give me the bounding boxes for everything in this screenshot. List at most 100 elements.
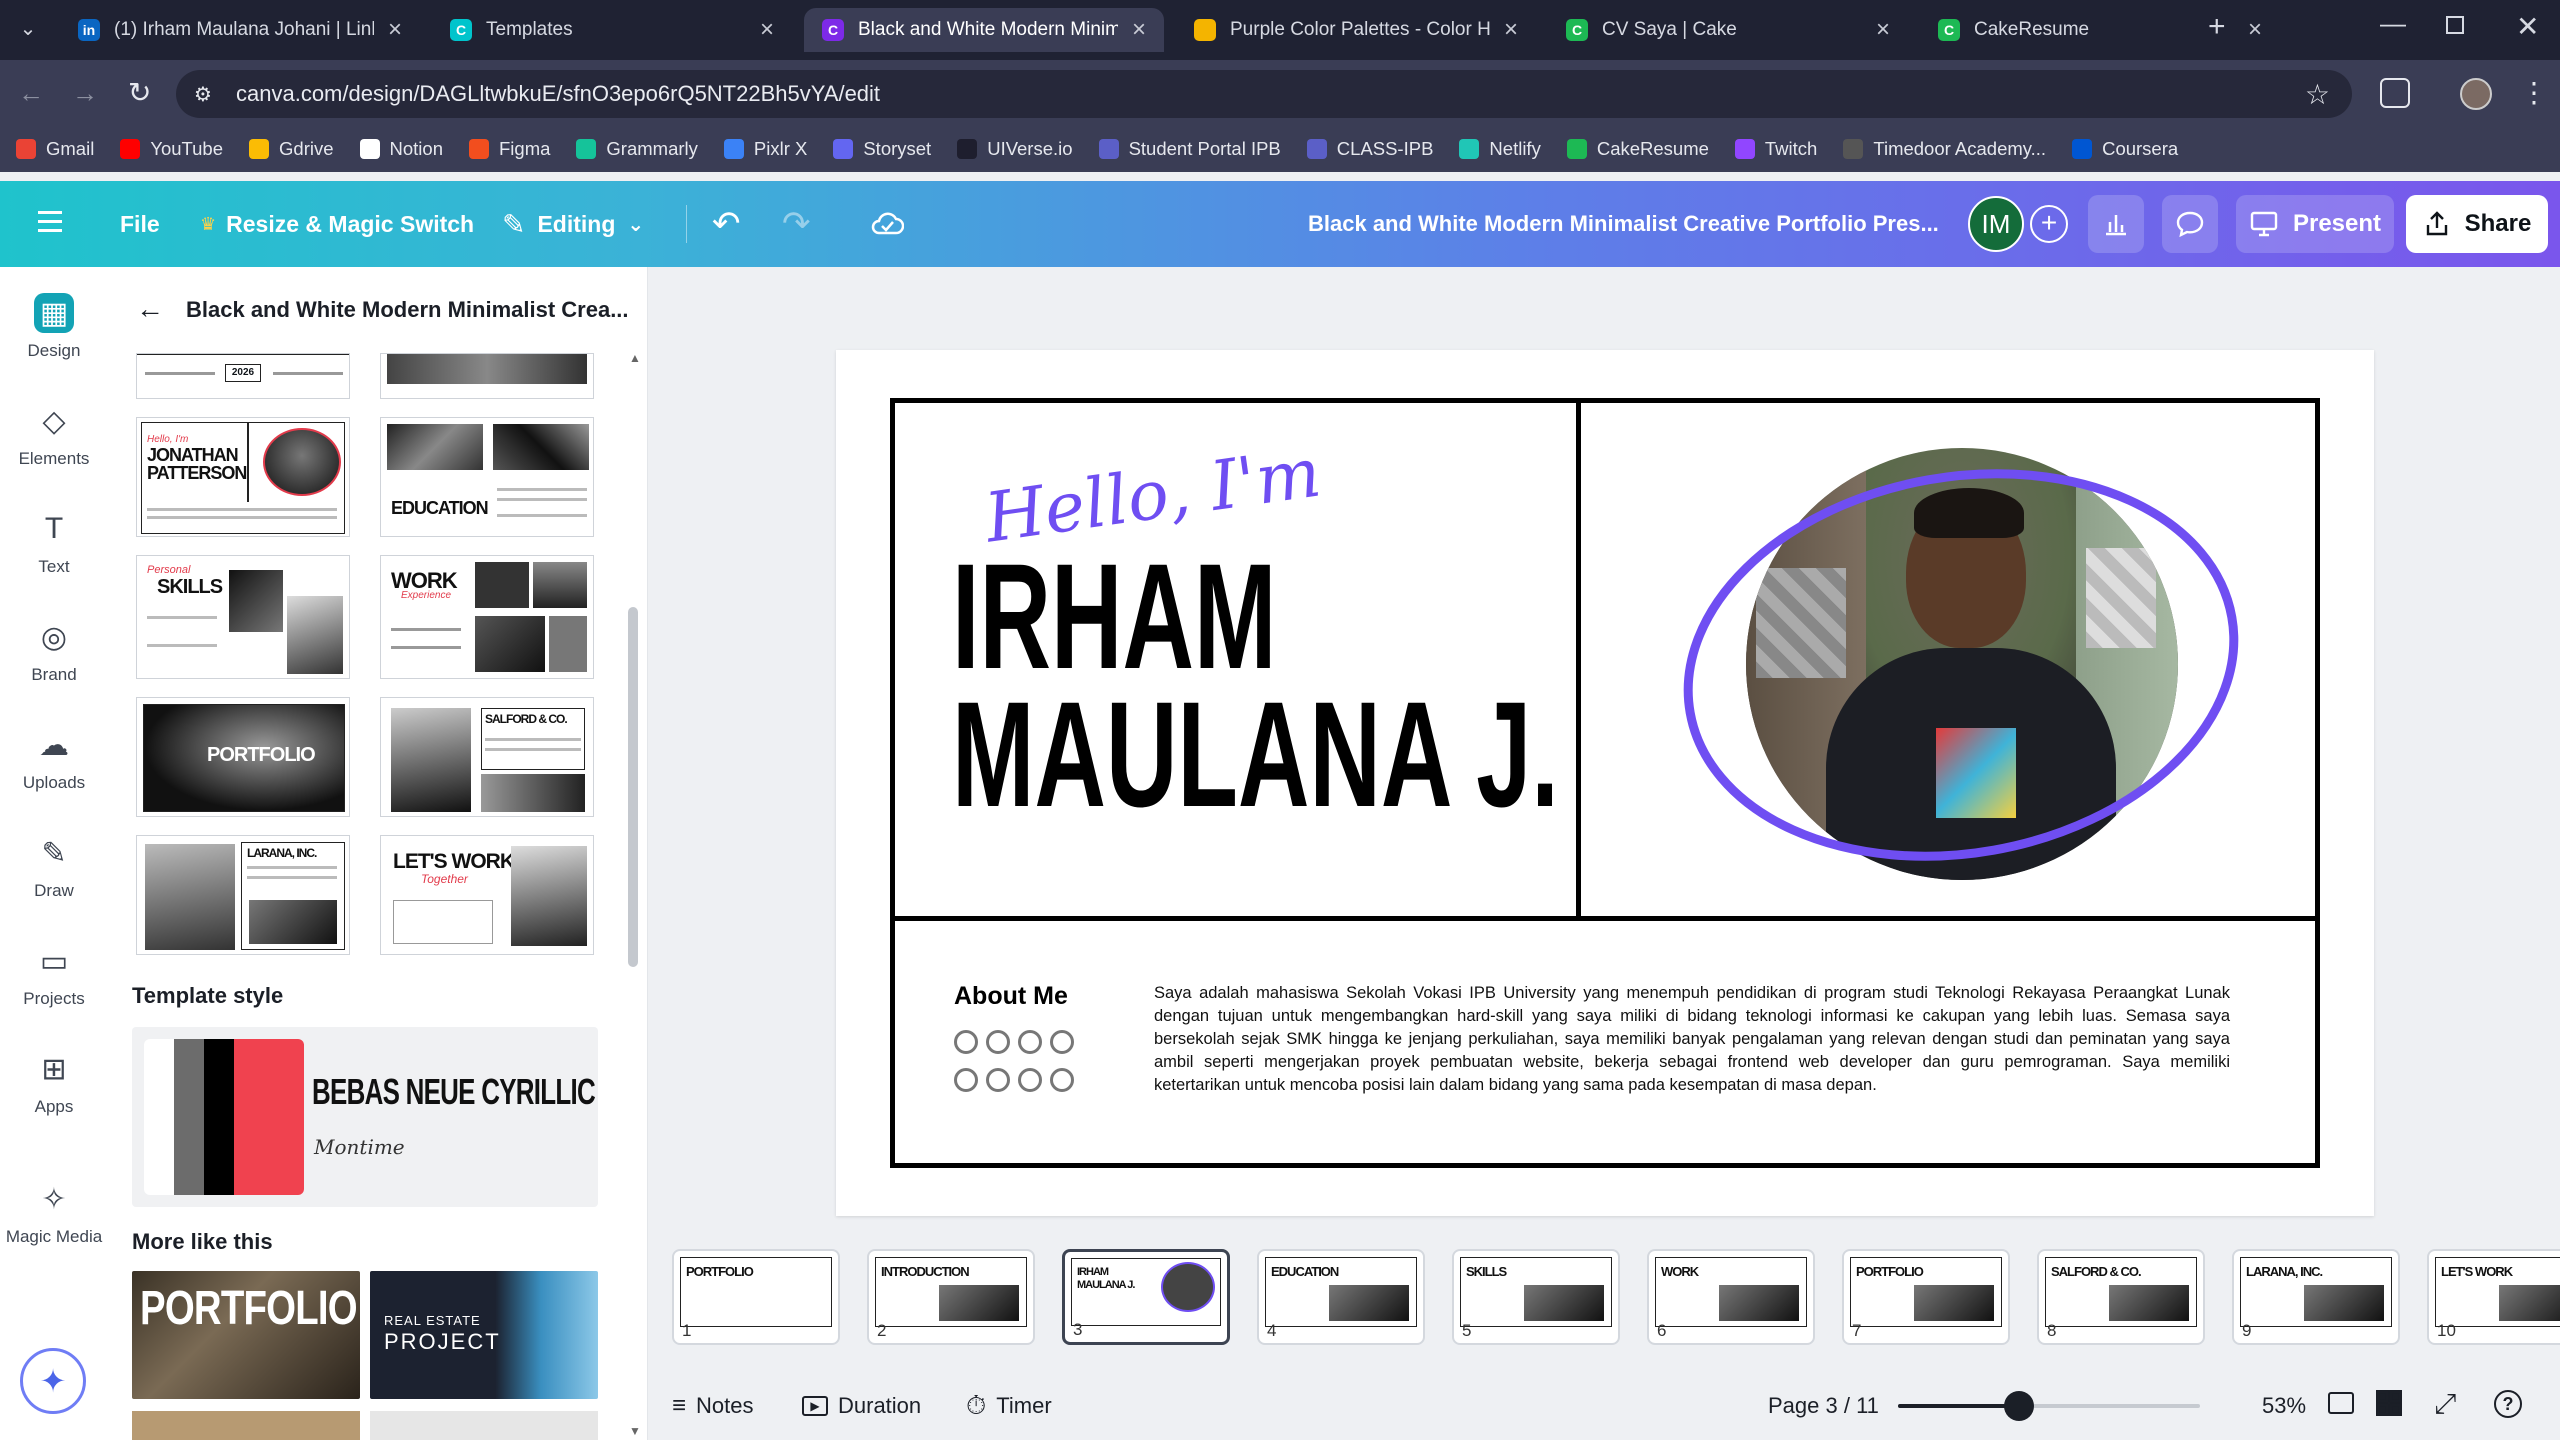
present-button[interactable]: Present	[2236, 195, 2394, 253]
editing-mode-dropdown[interactable]: ✎ Editing ⌄	[502, 181, 644, 267]
comments-button[interactable]	[2162, 195, 2218, 253]
page-thumbnail[interactable]: PORTFOLIO 1	[672, 1249, 840, 1345]
site-info-icon[interactable]: ⚙	[194, 82, 212, 107]
template-page-thumb-education[interactable]: EDUCATION	[380, 417, 594, 537]
rail-item-draw[interactable]: ✎ Draw	[0, 833, 108, 901]
tab-close-icon[interactable]: ×	[388, 16, 402, 44]
bookmark-item[interactable]: Netlify	[1459, 138, 1541, 160]
tab-close-icon[interactable]: ×	[760, 16, 774, 44]
bookmark-item[interactable]: CLASS-IPB	[1306, 138, 1433, 160]
file-menu[interactable]: File	[120, 181, 160, 267]
browser-tab[interactable]: C CV Saya | Cake ×	[1548, 8, 1908, 52]
page-thumbnail[interactable]: WORK 6	[1647, 1249, 1815, 1345]
browser-tab[interactable]: C Black and White Modern Minim ×	[804, 8, 1164, 52]
bookmark-item[interactable]: Student Portal IPB	[1098, 138, 1281, 160]
zoom-level[interactable]: 53%	[2262, 1393, 2306, 1419]
profile-avatar[interactable]	[2460, 78, 2492, 110]
page-thumbnail[interactable]: SALFORD & CO. 8	[2037, 1249, 2205, 1345]
social-icon[interactable]	[986, 1068, 1010, 1092]
minimize-icon[interactable]: —	[2380, 8, 2406, 39]
template-page-thumb-skills[interactable]: Personal SKILLS	[136, 555, 350, 679]
template-page-thumb-larana[interactable]: LARANA, INC.	[136, 835, 350, 955]
thumbnails-icon[interactable]	[2376, 1390, 2402, 1416]
bookmark-item[interactable]: Notion	[359, 138, 443, 160]
bookmark-item[interactable]: Pixlr X	[723, 138, 807, 160]
fullscreen-icon[interactable]: ⤢	[2434, 1388, 2456, 1421]
notes-button[interactable]: ≡ Notes	[672, 1392, 754, 1420]
template-page-thumb-intro[interactable]	[380, 353, 594, 399]
rail-item-elements[interactable]: ◇ Elements	[0, 401, 108, 469]
page-thumbnail[interactable]: INTRODUCTION 2	[867, 1249, 1035, 1345]
zoom-slider-knob[interactable]	[2003, 1391, 2034, 1421]
template-page-thumb-portfolio[interactable]: PORTFOLIO	[136, 697, 350, 817]
rail-item-text[interactable]: T Text	[0, 509, 108, 577]
bookmark-item[interactable]: YouTube	[120, 138, 223, 160]
document-title[interactable]: Black and White Modern Minimalist Creati…	[1308, 181, 1939, 267]
cloud-saved-icon[interactable]	[870, 207, 904, 239]
help-icon[interactable]: ?	[2494, 1390, 2522, 1418]
social-icon[interactable]	[1018, 1068, 1042, 1092]
bookmark-star-icon[interactable]: ☆	[2305, 78, 2330, 111]
template-page-thumb-salford[interactable]: SALFORD & CO.	[380, 697, 594, 817]
social-icon[interactable]	[1018, 1030, 1042, 1054]
rail-item-magic-media[interactable]: ✧ Magic Media	[0, 1179, 108, 1247]
bookmark-item[interactable]: Figma	[469, 138, 550, 160]
page-indicator[interactable]: Page 3 / 11	[1768, 1393, 1879, 1419]
magic-assistant-button[interactable]: ✦	[20, 1348, 86, 1414]
page-thumbnail[interactable]: IRHAM MAULANA J. 3	[1062, 1249, 1230, 1345]
extensions-icon[interactable]	[2380, 78, 2410, 108]
bookmark-item[interactable]: Gdrive	[249, 138, 334, 160]
zoom-slider[interactable]	[1898, 1391, 2200, 1421]
social-icon[interactable]	[954, 1068, 978, 1092]
browser-tab[interactable]: Purple Color Palettes - Color Hu ×	[1176, 8, 1536, 52]
grid-view-icon[interactable]	[2328, 1392, 2354, 1414]
template-style-card[interactable]: BEBAS NEUE CYRILLIC Montime	[132, 1027, 598, 1207]
page-thumbnail[interactable]: SKILLS 5	[1452, 1249, 1620, 1345]
browser-menu-icon[interactable]: ⋮	[2520, 76, 2548, 109]
bookmark-item[interactable]: Coursera	[2072, 138, 2178, 160]
template-page-thumb-work[interactable]: WORK Experience	[380, 555, 594, 679]
add-collaborator-button[interactable]: +	[2030, 205, 2068, 243]
user-avatar[interactable]: IM	[1968, 196, 2024, 252]
panel-scrollbar[interactable]: ▲ ▼	[626, 347, 641, 1440]
rail-item-brand[interactable]: ◎ Brand	[0, 617, 108, 685]
bookmark-item[interactable]: CakeResume	[1566, 138, 1709, 160]
share-button[interactable]: Share	[2406, 195, 2548, 253]
browser-tab[interactable]: C Templates ×	[432, 8, 792, 52]
timer-button[interactable]: ⏱ Timer	[966, 1390, 1052, 1422]
rail-item-apps[interactable]: ⊞ Apps	[0, 1049, 108, 1117]
restore-icon[interactable]	[2446, 16, 2464, 34]
browser-tab[interactable]: C CakeResume ×	[1920, 8, 2280, 52]
tab-close-icon[interactable]: ×	[2248, 16, 2262, 44]
undo-icon[interactable]: ↶	[712, 181, 741, 267]
name-line2[interactable]: MAULANA J.	[952, 679, 1559, 829]
template-page-thumb-letswork[interactable]: LET'S WORK Together	[380, 835, 594, 955]
rail-item-uploads[interactable]: ☁ Uploads	[0, 725, 108, 793]
redo-icon[interactable]: ↷	[782, 181, 811, 267]
slide-page-3[interactable]: Hello, I'm IRHAM MAULANA J. About Me Say…	[836, 350, 2374, 1216]
bookmark-item[interactable]: Timedoor Academy...	[1843, 138, 2046, 160]
more-template-portfolio[interactable]: PORTFOLIO	[132, 1271, 360, 1399]
hamburger-menu-icon[interactable]	[38, 211, 62, 233]
duration-button[interactable]: ▶ Duration	[802, 1393, 921, 1419]
url-input[interactable]: ⚙ canva.com/design/DAGLltwbkuE/sfnO3epo6…	[176, 70, 2352, 118]
tab-close-icon[interactable]: ×	[1132, 16, 1146, 44]
reload-icon[interactable]: ↻	[128, 76, 151, 109]
rail-item-design[interactable]: ▦ Design	[0, 293, 108, 361]
tab-close-icon[interactable]: ×	[1504, 16, 1518, 44]
tab-list-dropdown-icon[interactable]: ⌄	[14, 16, 42, 44]
bookmark-item[interactable]: Grammarly	[576, 138, 698, 160]
panel-back-icon[interactable]: ←	[136, 293, 164, 325]
social-icon[interactable]	[986, 1030, 1010, 1054]
close-window-icon[interactable]: ✕	[2516, 10, 2539, 43]
page-thumbnail[interactable]: LET'S WORK 10	[2427, 1249, 2560, 1345]
new-tab-icon[interactable]: +	[2208, 10, 2226, 44]
bookmark-item[interactable]: Gmail	[16, 138, 94, 160]
about-paragraph[interactable]: Saya adalah mahasiswa Sekolah Vokasi IPB…	[1154, 982, 2230, 1097]
bookmark-item[interactable]: Storyset	[833, 138, 931, 160]
template-page-thumb-jonathan[interactable]: JONATHAN PATTERSON Hello, I'm	[136, 417, 350, 537]
more-template-realestate[interactable]: REAL ESTATE PROJECT	[370, 1271, 598, 1399]
forward-icon[interactable]: →	[72, 78, 98, 109]
bookmark-item[interactable]: UIVerse.io	[957, 138, 1073, 160]
page-thumbnail[interactable]: LARANA, INC. 9	[2232, 1249, 2400, 1345]
